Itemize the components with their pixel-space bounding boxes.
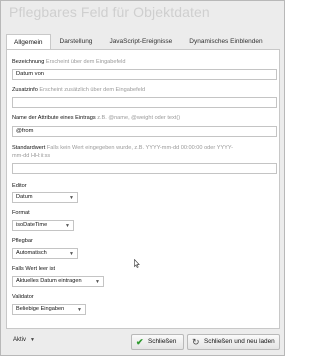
- tab-bar: Allgemein Darstellung JavaScript-Ereigni…: [6, 33, 272, 50]
- close-reload-button[interactable]: ↻ Schließen und neu laden: [187, 334, 280, 350]
- standardwert-label-row: Standardwert Falls kein Wert eingegeben …: [12, 144, 233, 160]
- format-select-value: isoDateTime: [16, 222, 48, 228]
- bezeichnung-label-row: Bezeichnung Erscheint über dem Eingabefe…: [12, 59, 126, 65]
- close-button[interactable]: ✔ Schließen: [131, 334, 184, 350]
- caret-down-icon: ▼: [77, 307, 82, 313]
- tab-javascript-ereignisse[interactable]: JavaScript-Ereignisse: [101, 33, 180, 49]
- tab-allgemein[interactable]: Allgemein: [6, 34, 51, 50]
- tab-darstellung[interactable]: Darstellung: [52, 33, 101, 49]
- close-reload-button-label: Schließen und neu laden: [204, 338, 275, 345]
- zusatzinfo-hint: Erscheint zusätzlich über dem Eingabefel…: [39, 87, 146, 93]
- attribut-label: Name der Attribute eines Eintrags: [12, 115, 96, 121]
- tab-dynamisches-einblenden[interactable]: Dynamisches Einblenden: [181, 33, 270, 49]
- pflegbar-select-value: Automatisch: [16, 250, 47, 256]
- standardwert-label: Standardwert: [12, 145, 46, 151]
- zusatzinfo-input[interactable]: [12, 97, 277, 108]
- format-label: Format: [12, 210, 30, 216]
- attribut-input[interactable]: @from: [12, 126, 277, 137]
- editor-select-value: Datum: [16, 194, 33, 200]
- editor-select[interactable]: Datum ▼: [12, 192, 78, 203]
- caret-down-icon: ▼: [30, 337, 35, 343]
- dialog-title: Pflegbares Feld für Objektdaten: [9, 4, 210, 20]
- caret-down-icon: ▼: [69, 251, 74, 257]
- close-button-label: Schließen: [148, 338, 177, 345]
- reload-icon: ↻: [192, 337, 200, 347]
- status-dropdown[interactable]: Aktiv ▼: [13, 337, 35, 343]
- validator-label: Validator: [12, 294, 34, 300]
- format-select[interactable]: isoDateTime ▼: [12, 220, 74, 231]
- bezeichnung-input[interactable]: Datum von: [12, 69, 277, 80]
- check-icon: ✔: [136, 337, 144, 347]
- mouse-cursor-icon: [134, 259, 140, 268]
- caret-down-icon: ▼: [95, 279, 100, 285]
- status-value: Aktiv: [13, 337, 27, 343]
- attribut-label-row: Name der Attribute eines Eintrags z.B. @…: [12, 115, 180, 121]
- zusatzinfo-label-row: Zusatzinfo Erscheint zusätzlich über dem…: [12, 87, 145, 93]
- dialog: Pflegbares Feld für Objektdaten Allgemei…: [0, 0, 285, 356]
- standardwert-input[interactable]: [12, 163, 277, 174]
- leer-select-value: Aktuelles Datum eintragen: [16, 278, 82, 284]
- general-panel: Bezeichnung Erscheint über dem Eingabefe…: [6, 49, 280, 329]
- attribut-hint: z.B. @name, @weight oder text(): [97, 115, 181, 121]
- caret-down-icon: ▼: [65, 223, 70, 229]
- leer-select[interactable]: Aktuelles Datum eintragen ▼: [12, 276, 104, 287]
- caret-down-icon: ▼: [69, 195, 74, 201]
- bezeichnung-label: Bezeichnung: [12, 59, 45, 65]
- editor-label: Editor: [12, 183, 27, 189]
- zusatzinfo-label: Zusatzinfo: [12, 87, 38, 93]
- standardwert-hint-1: Falls kein Wert eingegeben wurde, z.B. Y…: [46, 145, 233, 151]
- standardwert-hint-2: mm-dd HH:ii:ss: [12, 153, 51, 159]
- pflegbar-label: Pflegbar: [12, 238, 33, 244]
- leer-label: Falls Wert leer ist: [12, 266, 56, 272]
- pflegbar-select[interactable]: Automatisch ▼: [12, 248, 78, 259]
- validator-select-value: Beliebige Eingaben: [16, 306, 65, 312]
- validator-select[interactable]: Beliebige Eingaben ▼: [12, 304, 86, 315]
- bezeichnung-hint: Erscheint über dem Eingabefeld: [45, 59, 126, 65]
